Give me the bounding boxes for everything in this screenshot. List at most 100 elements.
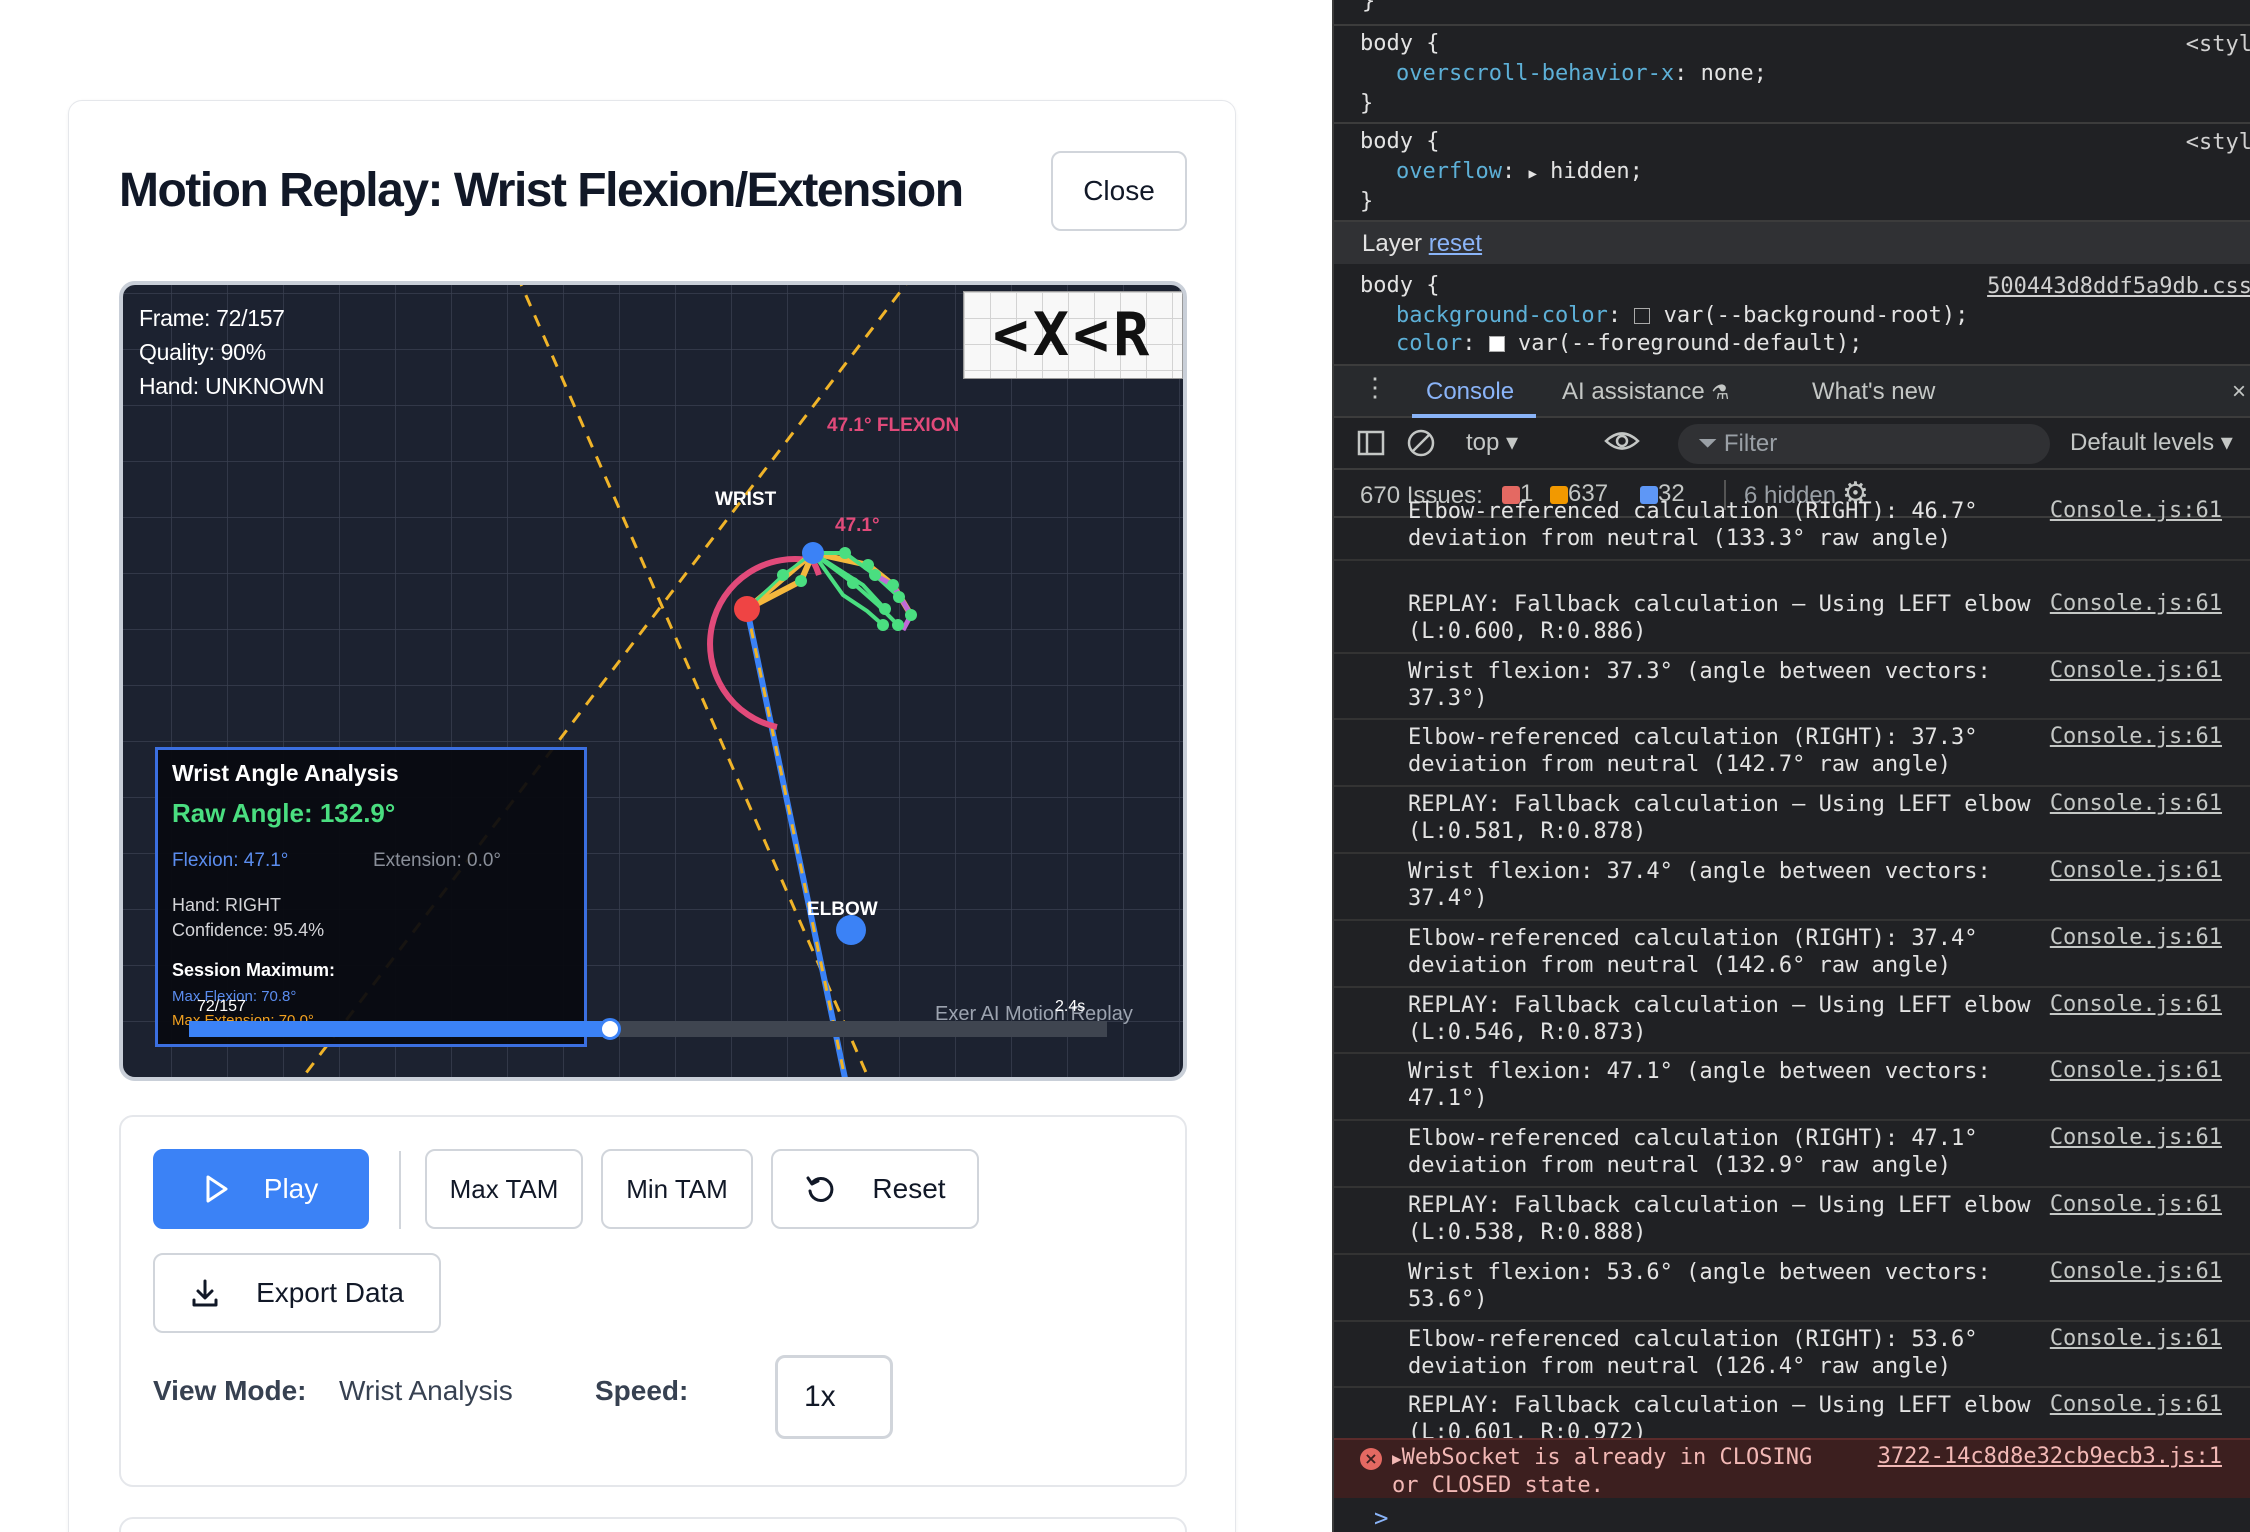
- error-source-link[interactable]: 3722-14c8d8e32cb9ecb3.js:1: [1878, 1444, 2222, 1469]
- styles-rule-overflow[interactable]: body { <styl overflow: ▶ hidden; }: [1334, 124, 2250, 222]
- log-source-link[interactable]: Console.js:61: [2050, 1125, 2222, 1150]
- log-levels-dropdown[interactable]: Default levels ▾: [2070, 428, 2233, 457]
- filter-icon: ⏷: [1698, 430, 1718, 457]
- log-message: Elbow-referenced calculation (RIGHT): 37…: [1408, 925, 1978, 978]
- console-log-entry[interactable]: Wrist flexion: 47.1° (angle between vect…: [1334, 1054, 2250, 1122]
- motion-visualization: WRIST ELBOW 47.1° FLEXION 47.1° Frame: 7…: [119, 281, 1187, 1081]
- extension-value: Extension: 0.0°: [373, 850, 502, 871]
- log-source-link[interactable]: Console.js:61: [2050, 498, 2222, 523]
- log-source-link[interactable]: Console.js:61: [2050, 791, 2222, 816]
- quality-readout: Quality: 90%: [139, 339, 266, 365]
- reset-button[interactable]: Reset: [771, 1149, 979, 1229]
- toolbar-divider: [399, 1151, 401, 1229]
- angle-annotation: 47.1°: [835, 515, 880, 536]
- console-log-entry[interactable]: REPLAY: Fallback calculation – Using LEF…: [1334, 787, 2250, 854]
- layer-reset-link[interactable]: reset: [1429, 230, 1482, 257]
- log-source-link[interactable]: Console.js:61: [2050, 1192, 2222, 1217]
- context-selector[interactable]: top ▾: [1466, 428, 1518, 457]
- reset-label: Reset: [872, 1173, 946, 1204]
- log-source-link[interactable]: Console.js:61: [2050, 591, 2222, 616]
- styles-rule-overscroll[interactable]: body { <styl overscroll-behavior-x: none…: [1334, 26, 2250, 124]
- eye-icon[interactable]: [1604, 426, 1640, 463]
- log-source-link[interactable]: Console.js:61: [2050, 925, 2222, 950]
- log-message: Elbow-referenced calculation (RIGHT): 46…: [1408, 499, 1978, 551]
- log-source-link[interactable]: Console.js:61: [2050, 858, 2222, 883]
- hand-value: Hand: RIGHT: [172, 895, 282, 915]
- view-mode-label: View Mode:: [153, 1375, 307, 1406]
- expand-triangle-icon[interactable]: ▶: [1528, 166, 1536, 182]
- speed-label: Speed:: [595, 1375, 689, 1406]
- log-message: REPLAY: Fallback calculation – Using LEF…: [1408, 591, 2031, 644]
- tab-console[interactable]: Console: [1426, 378, 1514, 406]
- log-message: REPLAY: Fallback calculation – Using LEF…: [1408, 1193, 2031, 1245]
- console-log-entry[interactable]: Wrist flexion: 53.6° (angle between vect…: [1334, 1255, 2250, 1322]
- log-source-link[interactable]: Console.js:61: [2050, 1392, 2222, 1417]
- log-message: Elbow-referenced calculation (RIGHT): 47…: [1408, 1126, 1978, 1179]
- log-source-link[interactable]: Console.js:61: [2050, 658, 2222, 683]
- raw-angle: Raw Angle: 132.9°: [172, 798, 396, 828]
- tab-ai-assistance[interactable]: AI assistance ⚗: [1562, 378, 1729, 406]
- reset-icon: [806, 1176, 834, 1202]
- console-log-entry[interactable]: REPLAY: Fallback calculation – Using LEF…: [1334, 587, 2250, 654]
- console-toolbar: top ▾ ⏷ Filter Default levels ▾: [1334, 418, 2250, 470]
- sidebar-toggle-icon[interactable]: [1356, 428, 1386, 465]
- color-swatch[interactable]: [1634, 308, 1651, 324]
- wrist-point: [734, 596, 760, 622]
- log-message: Wrist flexion: 53.6° (angle between vect…: [1408, 1259, 1991, 1312]
- session-maximum-title: Session Maximum:: [172, 960, 336, 980]
- console-log-entry[interactable]: Elbow-referenced calculation (RIGHT): 46…: [1334, 494, 2250, 561]
- log-message: Wrist flexion: 47.1° (angle between vect…: [1408, 1059, 1991, 1112]
- hand-readout: Hand: UNKNOWN: [139, 373, 325, 399]
- error-icon: ×: [1360, 1448, 1382, 1470]
- min-tam-button[interactable]: Min TAM: [601, 1149, 753, 1229]
- close-drawer-icon[interactable]: ×: [2232, 378, 2246, 406]
- devtools-panel: } body { <styl overscroll-behavior-x: no…: [1332, 0, 2250, 1532]
- console-prompt[interactable]: >: [1374, 1504, 1388, 1532]
- timeline-scrubber[interactable]: [598, 1018, 621, 1040]
- console-log-entry[interactable]: REPLAY: Fallback calculation – Using LEF…: [1334, 988, 2250, 1055]
- wrist-label: WRIST: [715, 489, 777, 510]
- console-log-entry[interactable]: Wrist flexion: 37.3° (angle between vect…: [1334, 654, 2250, 721]
- devtools-drawer-tabs: ⋮ Console AI assistance ⚗ What's new ×: [1334, 364, 2250, 418]
- expand-triangle-icon[interactable]: ▶: [1392, 1449, 1402, 1468]
- console-log-entry[interactable]: Wrist flexion: 37.4° (angle between vect…: [1334, 854, 2250, 921]
- elbow-label: ELBOW: [807, 899, 878, 920]
- log-source-link[interactable]: Console.js:61: [2050, 1058, 2222, 1083]
- speed-select[interactable]: 1x: [775, 1355, 893, 1439]
- tab-whats-new[interactable]: What's new: [1812, 378, 1935, 406]
- flask-icon: ⚗: [1711, 382, 1730, 404]
- log-source-link[interactable]: Console.js:61: [2050, 724, 2222, 749]
- styles-rule-body-colors[interactable]: body { 500443d8ddf5a9db.css background-c…: [1334, 266, 2250, 364]
- close-button[interactable]: Close: [1051, 151, 1187, 231]
- console-error-entry[interactable]: × ▶WebSocket is already in CLOSING or CL…: [1334, 1438, 2250, 1498]
- log-message: REPLAY: Fallback calculation – Using LEF…: [1408, 992, 2031, 1045]
- timeline-frame: 72/157: [197, 998, 246, 1015]
- styles-rule-prev: }: [1334, 0, 2250, 26]
- timeline-progress: [189, 1021, 610, 1037]
- console-filter-input[interactable]: ⏷ Filter: [1678, 424, 2050, 464]
- console-log-entry[interactable]: Elbow-referenced calculation (RIGHT): 47…: [1334, 1121, 2250, 1188]
- drawer-menu-icon[interactable]: ⋮: [1362, 372, 1388, 403]
- console-log-entry[interactable]: Elbow-referenced calculation (RIGHT): 37…: [1334, 921, 2250, 988]
- app-panel: Motion Replay: Wrist Flexion/Extension C…: [0, 0, 1330, 1532]
- console-log-entry[interactable]: REPLAY: Fallback calculation – Using LEF…: [1334, 1188, 2250, 1255]
- log-source-link[interactable]: Console.js:61: [2050, 1259, 2222, 1284]
- modal-title: Motion Replay: Wrist Flexion/Extension: [119, 164, 964, 217]
- motion-replay-modal: Motion Replay: Wrist Flexion/Extension C…: [68, 100, 1236, 1532]
- play-button[interactable]: Play: [153, 1149, 369, 1229]
- console-log-entry[interactable]: Elbow-referenced calculation (RIGHT): 37…: [1334, 720, 2250, 788]
- clear-console-icon[interactable]: [1406, 428, 1436, 465]
- play-icon: [206, 1175, 228, 1203]
- timeline-time: 2.4s: [1055, 998, 1086, 1015]
- view-mode-value[interactable]: Wrist Analysis: [339, 1375, 513, 1407]
- log-source-link[interactable]: Console.js:61: [2050, 1326, 2222, 1351]
- frame-counter: Frame: 72/157: [139, 305, 285, 331]
- export-data-button[interactable]: Export Data: [153, 1253, 441, 1333]
- export-label: Export Data: [256, 1277, 404, 1308]
- console-log-entry[interactable]: Elbow-referenced calculation (RIGHT): 53…: [1334, 1322, 2250, 1389]
- log-source-link[interactable]: Console.js:61: [2050, 992, 2222, 1017]
- analysis-title: Wrist Angle Analysis: [172, 760, 399, 786]
- flexion-value: Flexion: 47.1°: [172, 850, 289, 871]
- max-tam-button[interactable]: Max TAM: [425, 1149, 583, 1229]
- color-swatch[interactable]: [1488, 336, 1505, 352]
